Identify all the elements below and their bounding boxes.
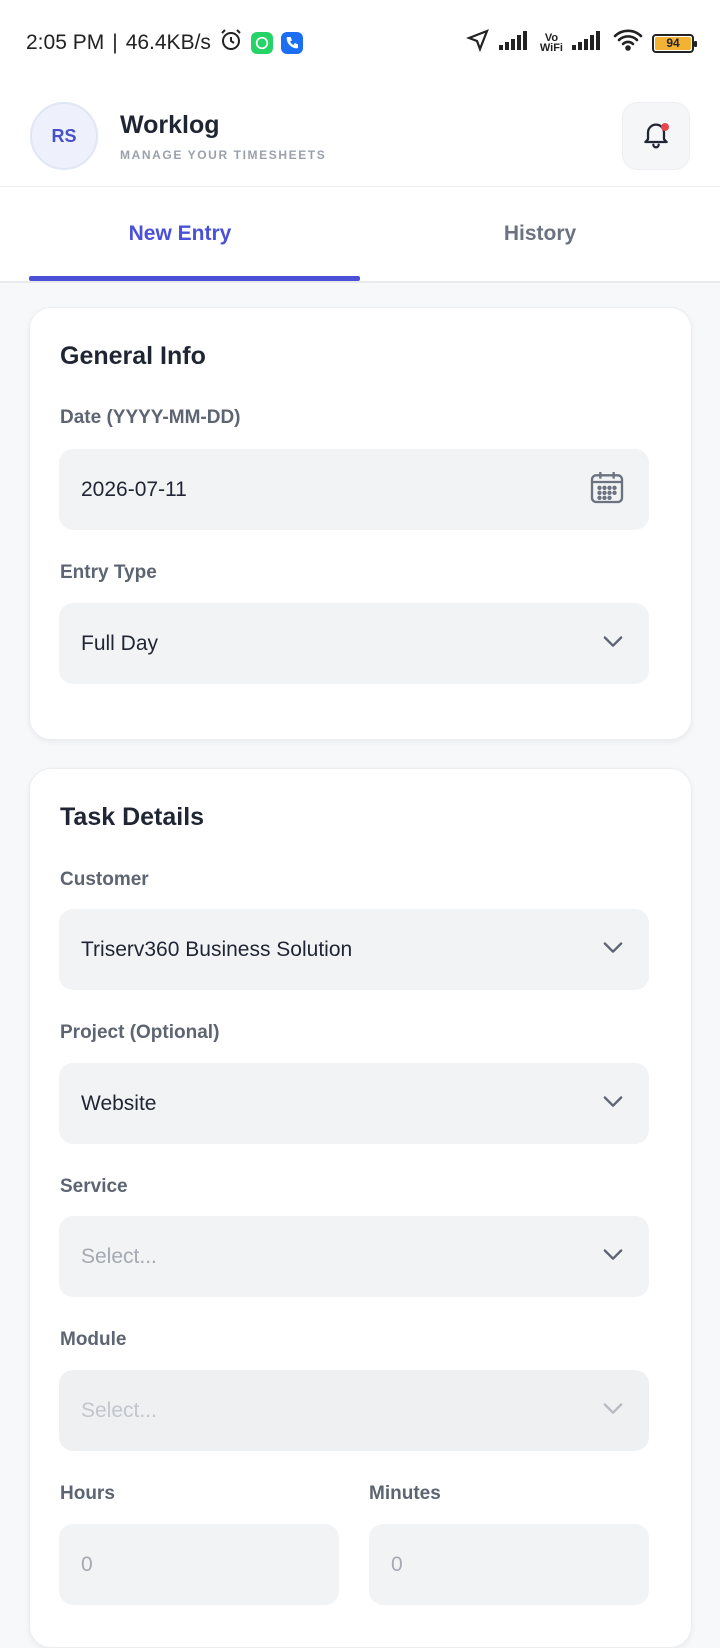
customer-label: Customer <box>60 869 149 890</box>
whatsapp-icon <box>250 32 273 54</box>
general-info-card: General Info Date (YYYY-MM-DD) 2026-07-1… <box>29 307 692 740</box>
battery-icon: 94 <box>652 33 697 53</box>
date-field[interactable]: 2026-07-11 <box>59 449 649 530</box>
alarm-icon <box>219 28 243 58</box>
phone-app-icon <box>280 32 303 54</box>
app-header: RS Worklog MANAGE YOUR TIMESHEETS <box>0 86 720 187</box>
status-bar: 2:05 PM | 46.4KB/s Vo WiFi 94 <box>0 0 720 86</box>
chevron-down-icon <box>599 1087 627 1121</box>
hours-value: 0 <box>81 1552 93 1576</box>
page-title: Worklog <box>120 110 220 139</box>
status-network-speed: 46.4KB/s <box>125 31 211 54</box>
section-title-general-info: General Info <box>60 342 206 370</box>
chevron-down-icon <box>599 627 627 661</box>
section-title-task-details: Task Details <box>60 803 205 831</box>
avatar[interactable]: RS <box>30 102 98 170</box>
signal-icon <box>572 30 604 56</box>
module-label: Module <box>60 1329 127 1350</box>
signal-icon <box>498 30 531 56</box>
page-subtitle: MANAGE YOUR TIMESHEETS <box>120 147 327 162</box>
notifications-button[interactable] <box>622 102 690 170</box>
status-time: 2:05 PM <box>26 31 105 54</box>
module-select[interactable]: Select... <box>59 1370 649 1451</box>
tab-bar: New Entry History <box>0 187 720 283</box>
project-value: Website <box>81 1091 157 1115</box>
calendar-icon[interactable] <box>587 467 627 513</box>
entry-type-value: Full Day <box>81 631 159 655</box>
service-select[interactable]: Select... <box>59 1216 649 1297</box>
service-placeholder: Select... <box>81 1244 157 1268</box>
tab-new-entry[interactable]: New Entry <box>0 187 360 281</box>
navigation-icon <box>465 28 490 58</box>
active-tab-indicator <box>29 276 360 281</box>
customer-value: Triserv360 Business Solution <box>81 937 353 961</box>
chevron-down-icon <box>599 933 627 967</box>
entry-type-select[interactable]: Full Day <box>59 603 649 684</box>
task-details-card: Task Details Customer Triserv360 Busines… <box>29 768 692 1648</box>
module-placeholder: Select... <box>81 1398 157 1422</box>
tab-history[interactable]: History <box>360 187 720 281</box>
entry-type-label: Entry Type <box>60 562 157 583</box>
chevron-down-icon <box>599 1240 627 1274</box>
project-label: Project (Optional) <box>60 1022 220 1043</box>
wifi-icon <box>613 29 643 57</box>
date-label: Date (YYYY-MM-DD) <box>60 407 241 428</box>
customer-select[interactable]: Triserv360 Business Solution <box>59 909 649 990</box>
minutes-input[interactable]: 0 <box>369 1524 649 1605</box>
hours-input[interactable]: 0 <box>59 1524 339 1605</box>
vowifi-indicator: Vo WiFi <box>539 32 563 54</box>
minutes-label: Minutes <box>369 1483 441 1504</box>
service-label: Service <box>60 1176 128 1197</box>
project-select[interactable]: Website <box>59 1063 649 1144</box>
date-value: 2026-07-11 <box>81 477 187 501</box>
hours-label: Hours <box>60 1483 115 1504</box>
minutes-value: 0 <box>391 1552 403 1576</box>
chevron-down-icon <box>599 1394 627 1428</box>
notification-dot <box>661 123 669 131</box>
